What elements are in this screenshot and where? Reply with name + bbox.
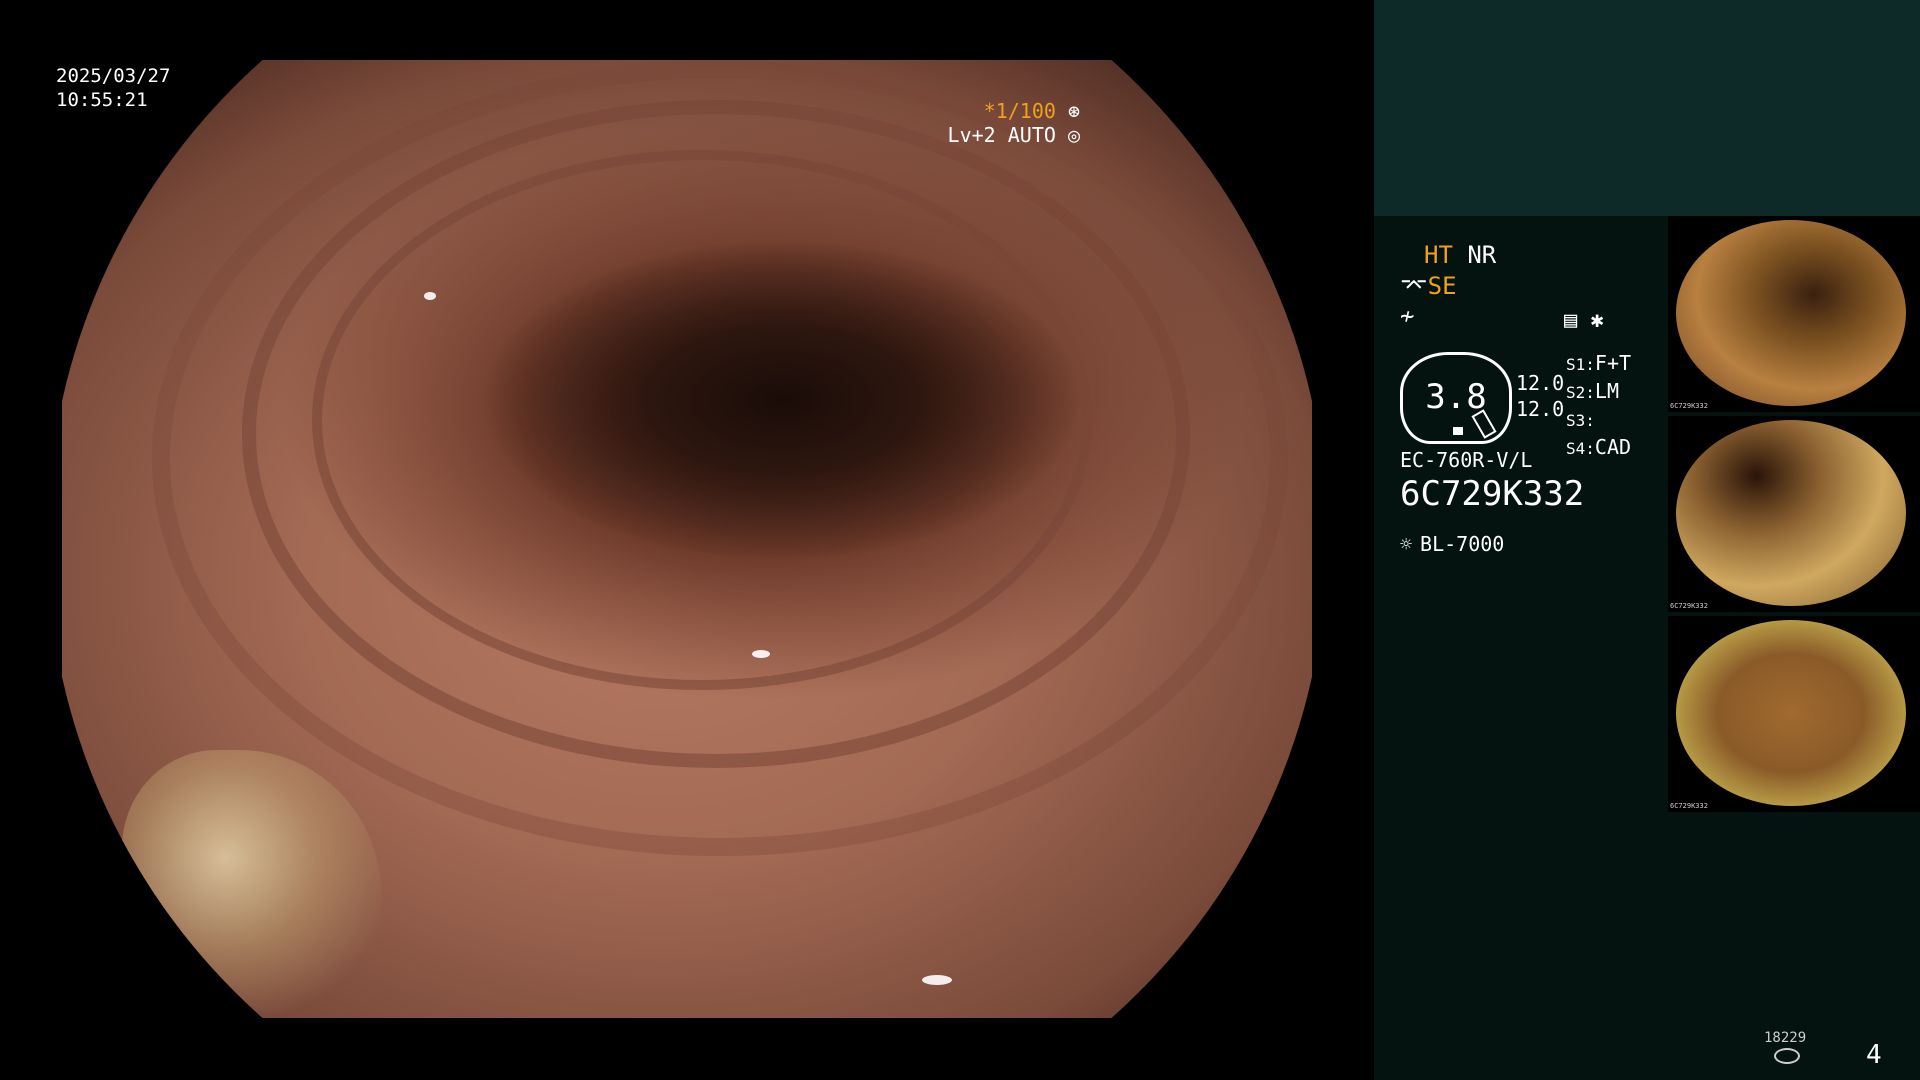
mode-row: HT NR (1424, 240, 1496, 270)
level-1: 12.0 (1516, 371, 1565, 395)
time-text: 10:55:21 (56, 89, 148, 111)
mode-se: SE (1427, 272, 1457, 300)
enhance-level: Lv+2 AUTO (947, 123, 1056, 147)
status-icons: ▤ ✱ (1564, 308, 1604, 333)
level-2: 12.0 (1516, 397, 1565, 421)
thumbnail-caption: 6C729K332 (1670, 402, 1708, 410)
light-reflection (752, 650, 770, 658)
mucosal-fold (152, 60, 1288, 856)
thumbnail-image (1676, 420, 1906, 606)
record-count: 18229 (1764, 1030, 1807, 1046)
asterisk-icon: ✱ (1590, 308, 1604, 333)
mode-ht: HT (1424, 241, 1453, 269)
switch-row: S2:LM (1566, 379, 1619, 403)
endoscope-view (62, 60, 1312, 1018)
switch-row: S4:CAD (1566, 435, 1632, 459)
switch-row: S1:F+T (1566, 351, 1632, 375)
scope-model: EC-760R-V/L (1400, 448, 1533, 472)
light-source-label: BL-7000 (1420, 532, 1505, 556)
zoom-value: 3.8 (1425, 377, 1487, 417)
thumbnail-caption: 6C729K332 (1670, 602, 1708, 610)
zoom-indicator: 3.8 (1400, 352, 1512, 444)
gamma-icon: ≁ (1400, 302, 1415, 330)
thumbnail-image (1676, 220, 1906, 406)
thumbnail-caption: 6C729K332 (1670, 802, 1708, 810)
switch-assignments: S1:F+T S2:LM S3: S4:CAD (1566, 350, 1631, 462)
date-time: 2025/03/27 10:55:21 (56, 64, 170, 112)
captured-thumbnail[interactable]: 6C729K332 (1668, 216, 1920, 412)
structure-icon: ⌤ (1400, 272, 1428, 300)
zoom-mark (1453, 427, 1463, 435)
lamp-icon: ☼ (1400, 532, 1413, 556)
structure-enhance-row: ⌤SE (1400, 272, 1457, 300)
auto-iris-icon: ◎ (1055, 123, 1080, 147)
page-number: 4 (1866, 1040, 1882, 1070)
panel-header-area (1374, 0, 1920, 216)
scope-serial: 6C729K332 (1400, 474, 1585, 514)
memory-icon: ▤ (1564, 308, 1578, 333)
storage-icon (1774, 1048, 1800, 1064)
shutter-speed: *1/100 (983, 99, 1056, 123)
aperture-icon: ⊛ (1055, 99, 1080, 123)
thumbnail-image (1676, 620, 1906, 806)
light-reflection (424, 292, 436, 300)
captured-thumbnail[interactable]: 6C729K332 (1668, 416, 1920, 612)
mode-nr: NR (1467, 241, 1497, 269)
light-source: ☼ BL-7000 (1400, 532, 1504, 556)
bubbles-region (122, 750, 382, 1018)
captured-thumbnail[interactable]: 6C729K332 (1668, 616, 1920, 812)
levels: 12.0 12.0 (1516, 370, 1564, 422)
date-text: 2025/03/27 (56, 65, 171, 87)
exposure-info: *1/100 ⊛ Lv+2 AUTO ◎ (948, 99, 1080, 147)
switch-row: S3: (1566, 411, 1595, 430)
light-reflection (922, 975, 952, 985)
